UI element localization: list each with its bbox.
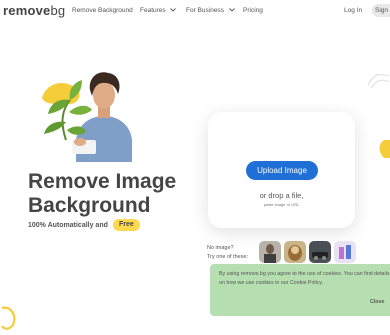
hero-title: Remove Image Background [28, 170, 176, 218]
cookie-text: By using remove.bg you agree to the use … [219, 271, 390, 286]
nav-remove-background-label: Remove Background [72, 7, 133, 14]
logo[interactable]: removebg [3, 3, 65, 18]
hero-subtitle: 100% Automatically and [28, 222, 108, 229]
sample-thumbnail [309, 241, 331, 263]
sample-prompt: No image? Try one of these: [207, 244, 248, 262]
sample-image-car[interactable] [309, 241, 331, 263]
sample-prompt-line2: Try one of these: [207, 254, 249, 260]
paste-url-text: paste image or URL [263, 202, 300, 207]
upload-image-button[interactable]: Upload Image [246, 161, 318, 180]
cookie-close-button[interactable]: Close [370, 299, 384, 305]
decorative-yellow-shape [379, 140, 390, 158]
drop-file-text: or drop a file, [259, 191, 304, 200]
upload-card[interactable]: Upload Image or drop a file, paste image… [208, 112, 355, 228]
nav-for-business[interactable]: For Business [186, 7, 235, 14]
hero-title-line1: Remove Image [28, 170, 177, 193]
nav-for-business-label: For Business [186, 7, 224, 14]
hero-person-photo [42, 72, 132, 162]
nav-features[interactable]: Features [140, 7, 177, 14]
login-label: Log In [344, 7, 363, 14]
signup-button[interactable]: Sign [372, 4, 390, 17]
chevron-down-icon [228, 8, 235, 12]
sample-thumbnail [284, 241, 306, 263]
nav-pricing[interactable]: Pricing [243, 7, 263, 14]
logo-suffix: bg [50, 3, 66, 18]
cookie-banner: By using remove.bg you agree to the use … [210, 264, 390, 316]
free-badge: Free [113, 219, 140, 231]
sample-image-animal[interactable] [284, 241, 306, 263]
hero-title-line2: Background [28, 194, 151, 217]
logo-main: remove [3, 3, 51, 18]
sample-thumbnail [259, 241, 281, 263]
chevron-down-icon [170, 8, 177, 12]
sample-image-person[interactable] [259, 241, 281, 263]
decorative-yellow-curve [1, 306, 16, 330]
sample-image-product[interactable] [334, 241, 356, 263]
sample-thumbnail [334, 241, 356, 263]
signup-label: Sign [375, 7, 389, 14]
top-nav: removebg Remove Background Features For … [0, 0, 390, 22]
login-link[interactable]: Log In [344, 7, 362, 14]
nav-pricing-label: Pricing [243, 7, 263, 14]
nav-remove-background[interactable]: Remove Background [72, 7, 133, 14]
sample-prompt-line1: No image? [207, 245, 234, 251]
nav-features-label: Features [140, 7, 166, 14]
decorative-scribble [367, 73, 390, 89]
